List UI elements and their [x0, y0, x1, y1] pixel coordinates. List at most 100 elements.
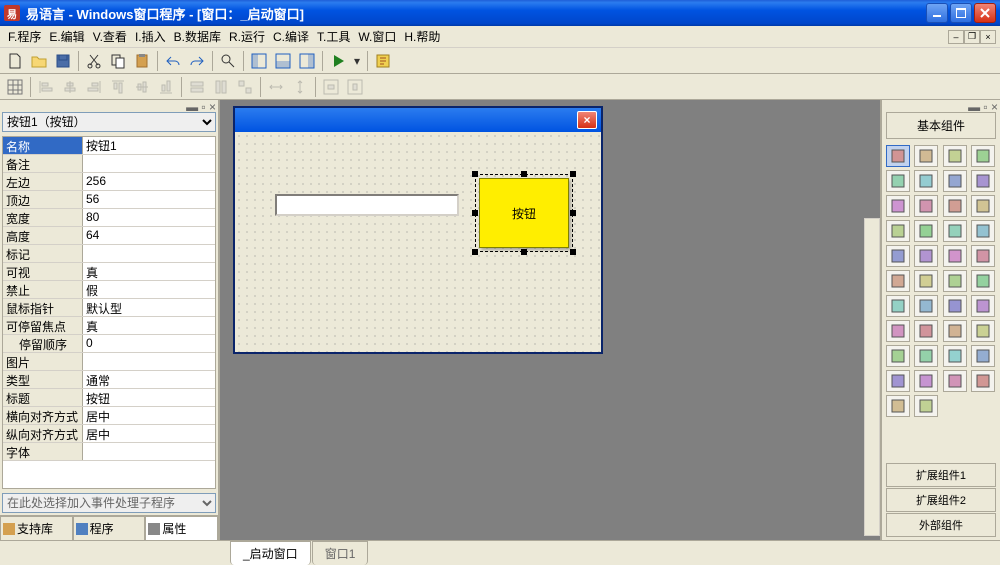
property-row[interactable]: 名称···	[3, 137, 215, 155]
property-value[interactable]: 80	[83, 209, 215, 226]
tool-clock-icon[interactable]	[886, 320, 910, 342]
layout-1-icon[interactable]	[248, 50, 270, 72]
menu-insert[interactable]: I.插入	[131, 26, 170, 47]
property-row[interactable]: 禁止假	[3, 281, 215, 299]
tool-sock-icon[interactable]	[971, 370, 995, 392]
design-button-selected[interactable]: 按钮	[479, 178, 569, 248]
layout-3-icon[interactable]	[296, 50, 318, 72]
property-row[interactable]: 横向对齐方式居中	[3, 407, 215, 425]
paste-icon[interactable]	[131, 50, 153, 72]
tool-grid-icon[interactable]	[886, 220, 910, 242]
toolbox-tab-ext1[interactable]: 扩展组件1	[886, 463, 996, 487]
tab-startup-window[interactable]: _启动窗口	[230, 541, 311, 565]
property-value[interactable]: 64	[83, 227, 215, 244]
tab-support-lib[interactable]: 支持库	[0, 516, 73, 540]
tool-group-icon[interactable]	[971, 220, 995, 242]
property-value[interactable]: 通常	[83, 371, 215, 388]
property-row[interactable]: 高度64	[3, 227, 215, 245]
property-value[interactable]: 按钮	[83, 389, 215, 406]
tool-table-icon[interactable]	[914, 220, 938, 242]
design-startup-window[interactable]: × 按钮	[233, 106, 603, 354]
tool-list-icon[interactable]	[943, 195, 967, 217]
tool-check-icon[interactable]	[886, 195, 910, 217]
tool-chart-icon[interactable]	[914, 295, 938, 317]
menu-program[interactable]: F.程序	[4, 26, 45, 47]
property-row[interactable]: 纵向对齐方式居中	[3, 425, 215, 443]
open-file-icon[interactable]	[28, 50, 50, 72]
menu-window[interactable]: W.窗口	[354, 26, 400, 47]
property-value[interactable]: 0	[83, 335, 215, 352]
property-row[interactable]: 左边256	[3, 173, 215, 191]
tool-label-icon[interactable]	[914, 145, 938, 167]
layout-2-icon[interactable]	[272, 50, 294, 72]
property-value[interactable]: 居中	[83, 425, 215, 442]
property-value[interactable]: 假	[83, 281, 215, 298]
property-row[interactable]: 类型通常	[3, 371, 215, 389]
tool-pointer-icon[interactable]	[886, 145, 910, 167]
menu-help[interactable]: H.帮助	[400, 26, 444, 47]
tool-node-icon[interactable]	[914, 370, 938, 392]
tool-query-icon[interactable]	[943, 345, 967, 367]
property-value[interactable]	[83, 155, 215, 172]
design-window-close-icon[interactable]: ×	[577, 111, 597, 129]
event-selector[interactable]: 在此处选择加入事件处理子程序	[2, 493, 216, 513]
property-grid[interactable]: 名称···备注左边256顶边56宽度80高度64标记可视真禁止假鼠标指针默认型可…	[2, 136, 216, 489]
tool-combo-icon[interactable]	[971, 195, 995, 217]
run-dropdown-icon[interactable]: ▾	[351, 50, 363, 72]
property-row[interactable]: 可视真	[3, 263, 215, 281]
tool-date-icon[interactable]	[914, 270, 938, 292]
tool-picture-icon[interactable]	[943, 145, 967, 167]
menu-compile[interactable]: C.编译	[269, 26, 313, 47]
minimize-button[interactable]	[926, 3, 948, 23]
tool-folder-icon[interactable]	[943, 270, 967, 292]
resize-handle-n[interactable]	[521, 171, 527, 177]
tool-report-icon[interactable]	[971, 345, 995, 367]
property-value[interactable]: 真	[83, 263, 215, 280]
tab-properties[interactable]: 属性	[145, 516, 218, 540]
property-value[interactable]	[83, 245, 215, 262]
new-file-icon[interactable]	[4, 50, 26, 72]
menu-run[interactable]: R.运行	[225, 26, 269, 47]
cut-icon[interactable]	[83, 50, 105, 72]
resize-handle-sw[interactable]	[472, 249, 478, 255]
property-row[interactable]: 宽度80	[3, 209, 215, 227]
property-value[interactable]: 56	[83, 191, 215, 208]
menu-edit[interactable]: E.编辑	[45, 26, 88, 47]
design-edit-box[interactable]	[275, 194, 459, 216]
tool-record-icon[interactable]	[914, 345, 938, 367]
menu-database[interactable]: B.数据库	[170, 26, 225, 47]
tab-window1[interactable]: 窗口1	[312, 541, 369, 565]
tool-spin-icon[interactable]	[971, 270, 995, 292]
mdi-minimize-button[interactable]: –	[948, 30, 964, 44]
tool-net-icon[interactable]	[943, 370, 967, 392]
tool-slider-icon[interactable]	[971, 320, 995, 342]
tool-oe-icon[interactable]	[886, 395, 910, 417]
toolbox-tab-ext2[interactable]: 扩展组件2	[886, 488, 996, 512]
tool-frame-icon[interactable]	[943, 220, 967, 242]
property-value[interactable]	[83, 353, 215, 370]
tool-timer-icon[interactable]	[914, 320, 938, 342]
property-value-input[interactable]	[86, 138, 215, 153]
undo-icon[interactable]	[162, 50, 184, 72]
resize-handle-w[interactable]	[472, 210, 478, 216]
copy-icon[interactable]	[107, 50, 129, 72]
redo-icon[interactable]	[186, 50, 208, 72]
tool-calc-icon[interactable]	[886, 295, 910, 317]
tool-hline-icon[interactable]	[886, 245, 910, 267]
property-value[interactable]: 256	[83, 173, 215, 190]
toolbox-tab-external[interactable]: 外部组件	[886, 513, 996, 537]
mdi-restore-button[interactable]: ❐	[964, 30, 980, 44]
panel-pin-icon[interactable]: ▬ ▫ ×	[186, 100, 216, 110]
tool-panel-icon[interactable]	[943, 245, 967, 267]
property-row[interactable]: 图片	[3, 353, 215, 371]
tool-tab-icon[interactable]	[971, 245, 995, 267]
component-selector[interactable]: 按钮1（按钮）	[2, 112, 216, 132]
tool-radio-icon[interactable]	[914, 195, 938, 217]
toolbox-category-basic[interactable]: 基本组件	[886, 112, 996, 139]
property-value[interactable]	[83, 443, 215, 460]
property-value[interactable]: 真	[83, 317, 215, 334]
property-row[interactable]: 顶边56	[3, 191, 215, 209]
mdi-close-button[interactable]: ×	[980, 30, 996, 44]
design-surface[interactable]: × 按钮	[220, 100, 880, 540]
tool-progress-icon[interactable]	[943, 320, 967, 342]
